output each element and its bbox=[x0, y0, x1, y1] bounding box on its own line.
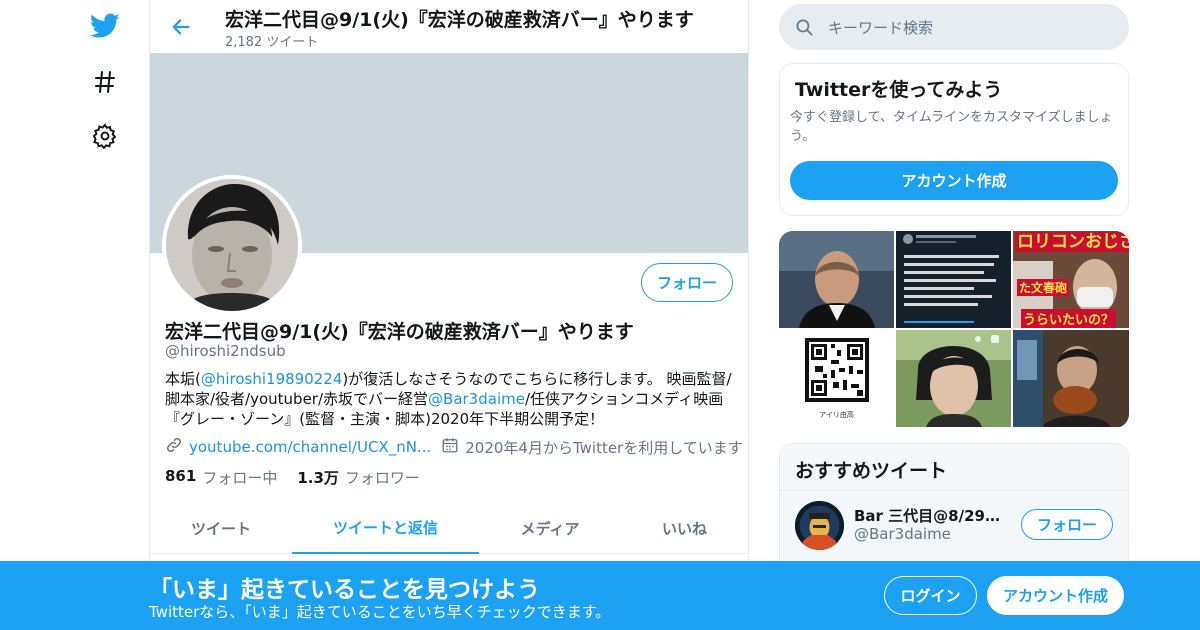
profile-bio: 本垢(@hiroshi19890224)が復活しなさそうなのでこちらに移行します… bbox=[165, 369, 735, 429]
media-thumbnail[interactable]: ロリコンおじさ た文春砲 うらいたいの？ bbox=[1013, 231, 1129, 328]
header-title: 宏洋二代目@9/1(火)『宏洋の破産救済バー』やります bbox=[225, 9, 694, 31]
signup-card-title: Twitterを使ってみよう bbox=[795, 79, 1003, 101]
recommended-title: おすすめツイート bbox=[795, 460, 948, 482]
tab-tweets-and-replies[interactable]: ツイートと返信 bbox=[292, 502, 479, 554]
following-count: 861 bbox=[165, 467, 197, 485]
profile-meta: youtube.com/channel/UCX_nN... 2020年4月からT… bbox=[165, 436, 743, 458]
hashtag-icon[interactable] bbox=[86, 63, 124, 101]
signup-button[interactable]: アカウント作成 bbox=[987, 576, 1124, 615]
thumbnail-overlay-text: た文春砲 bbox=[1017, 279, 1070, 296]
bio-mention-link[interactable]: @hiroshi19890224 bbox=[201, 370, 343, 388]
joined-item: 2020年4月からTwitterを利用しています bbox=[441, 436, 743, 458]
profile-avatar[interactable] bbox=[162, 175, 302, 315]
signup-card-description: 今すぐ登録して、タイムラインをカスタマイズしましょう。 bbox=[790, 110, 1113, 144]
recommended-name[interactable]: Bar 三代目@8/29み… bbox=[854, 505, 1004, 526]
thumbnail-overlay-text: うらいたいの？ bbox=[1021, 309, 1117, 328]
media-thumbnail[interactable] bbox=[1013, 330, 1129, 427]
media-thumbnail[interactable] bbox=[896, 231, 1011, 328]
tab-tweets[interactable]: ツイート bbox=[150, 502, 292, 554]
recommended-user-row[interactable]: Bar 三代目@8/29み… @Bar3daime フォロー bbox=[780, 490, 1128, 560]
create-account-button[interactable]: アカウント作成 bbox=[790, 161, 1118, 200]
followers-label: フォロワー bbox=[344, 469, 420, 487]
twitter-logo-icon[interactable] bbox=[86, 7, 124, 45]
tab-likes[interactable]: いいね bbox=[621, 502, 748, 554]
search-input[interactable]: キーワード検索 bbox=[828, 17, 933, 38]
back-arrow-icon[interactable] bbox=[164, 10, 198, 44]
login-button[interactable]: ログイン bbox=[884, 576, 977, 615]
tab-media[interactable]: メディア bbox=[479, 502, 621, 554]
website-link[interactable]: youtube.com/channel/UCX_nN... bbox=[189, 438, 431, 456]
joined-date: 2020年4月からTwitterを利用しています bbox=[465, 438, 743, 457]
gear-icon[interactable] bbox=[86, 117, 124, 155]
search-bar[interactable]: キーワード検索 bbox=[779, 4, 1129, 50]
recommended-handle: @Bar3daime bbox=[854, 525, 951, 543]
thumbnail-caption: アイリ由高 bbox=[819, 411, 854, 419]
main-column: 宏洋二代目@9/1(火)『宏洋の破産救済バー』やります 2,182 ツイート フ… bbox=[149, 0, 749, 630]
follow-button[interactable]: フォロー bbox=[641, 263, 733, 302]
profile-handle: @hiroshi2ndsub bbox=[165, 342, 286, 360]
follow-counts: 861 フォロー中 1.3万 フォロワー bbox=[165, 467, 420, 488]
banner-subtitle: Twitterなら、「いま」起きていることをいち早くチェックできます。 bbox=[149, 603, 611, 621]
link-icon bbox=[165, 436, 183, 458]
media-thumbnail[interactable] bbox=[896, 330, 1011, 427]
recommended-follow-button[interactable]: フォロー bbox=[1021, 509, 1113, 540]
media-thumbnail[interactable] bbox=[779, 231, 894, 328]
left-nav bbox=[80, 0, 130, 630]
followers-count-link[interactable]: 1.3万 フォロワー bbox=[297, 467, 420, 488]
thumbnail-overlay-text: ロリコンおじさ bbox=[1015, 232, 1129, 252]
website-item: youtube.com/channel/UCX_nN... bbox=[165, 436, 431, 458]
banner-title: 「いま」起きていることを見つけよう bbox=[149, 577, 540, 603]
bio-mention-link[interactable]: @Bar3daime bbox=[428, 390, 525, 408]
recommended-avatar[interactable] bbox=[795, 501, 844, 550]
media-gallery: ロリコンおじさ た文春砲 うらいたいの？ アイリ由高 bbox=[779, 231, 1129, 428]
search-icon bbox=[795, 18, 814, 37]
profile-name: 宏洋二代目@9/1(火)『宏洋の破産救済バー』やります bbox=[165, 321, 634, 343]
profile-tabs: ツイート ツイートと返信 メディア いいね bbox=[150, 502, 748, 554]
signup-banner: 「いま」起きていることを見つけよう Twitterなら、「いま」起きていることを… bbox=[0, 561, 1200, 630]
profile-header-bar: 宏洋二代目@9/1(火)『宏洋の破産救済バー』やります 2,182 ツイート bbox=[150, 0, 748, 53]
following-label: フォロー中 bbox=[202, 469, 278, 487]
followers-count: 1.3万 bbox=[297, 469, 339, 487]
media-thumbnail[interactable]: アイリ由高 bbox=[779, 330, 894, 427]
following-count-link[interactable]: 861 フォロー中 bbox=[165, 467, 277, 488]
calendar-icon bbox=[441, 436, 459, 458]
bio-text: 本垢( bbox=[165, 370, 201, 388]
tweet-count: 2,182 ツイート bbox=[225, 35, 319, 50]
signup-prompt-card: Twitterを使ってみよう 今すぐ登録して、タイムラインをカスタマイズしましょ… bbox=[779, 63, 1129, 216]
